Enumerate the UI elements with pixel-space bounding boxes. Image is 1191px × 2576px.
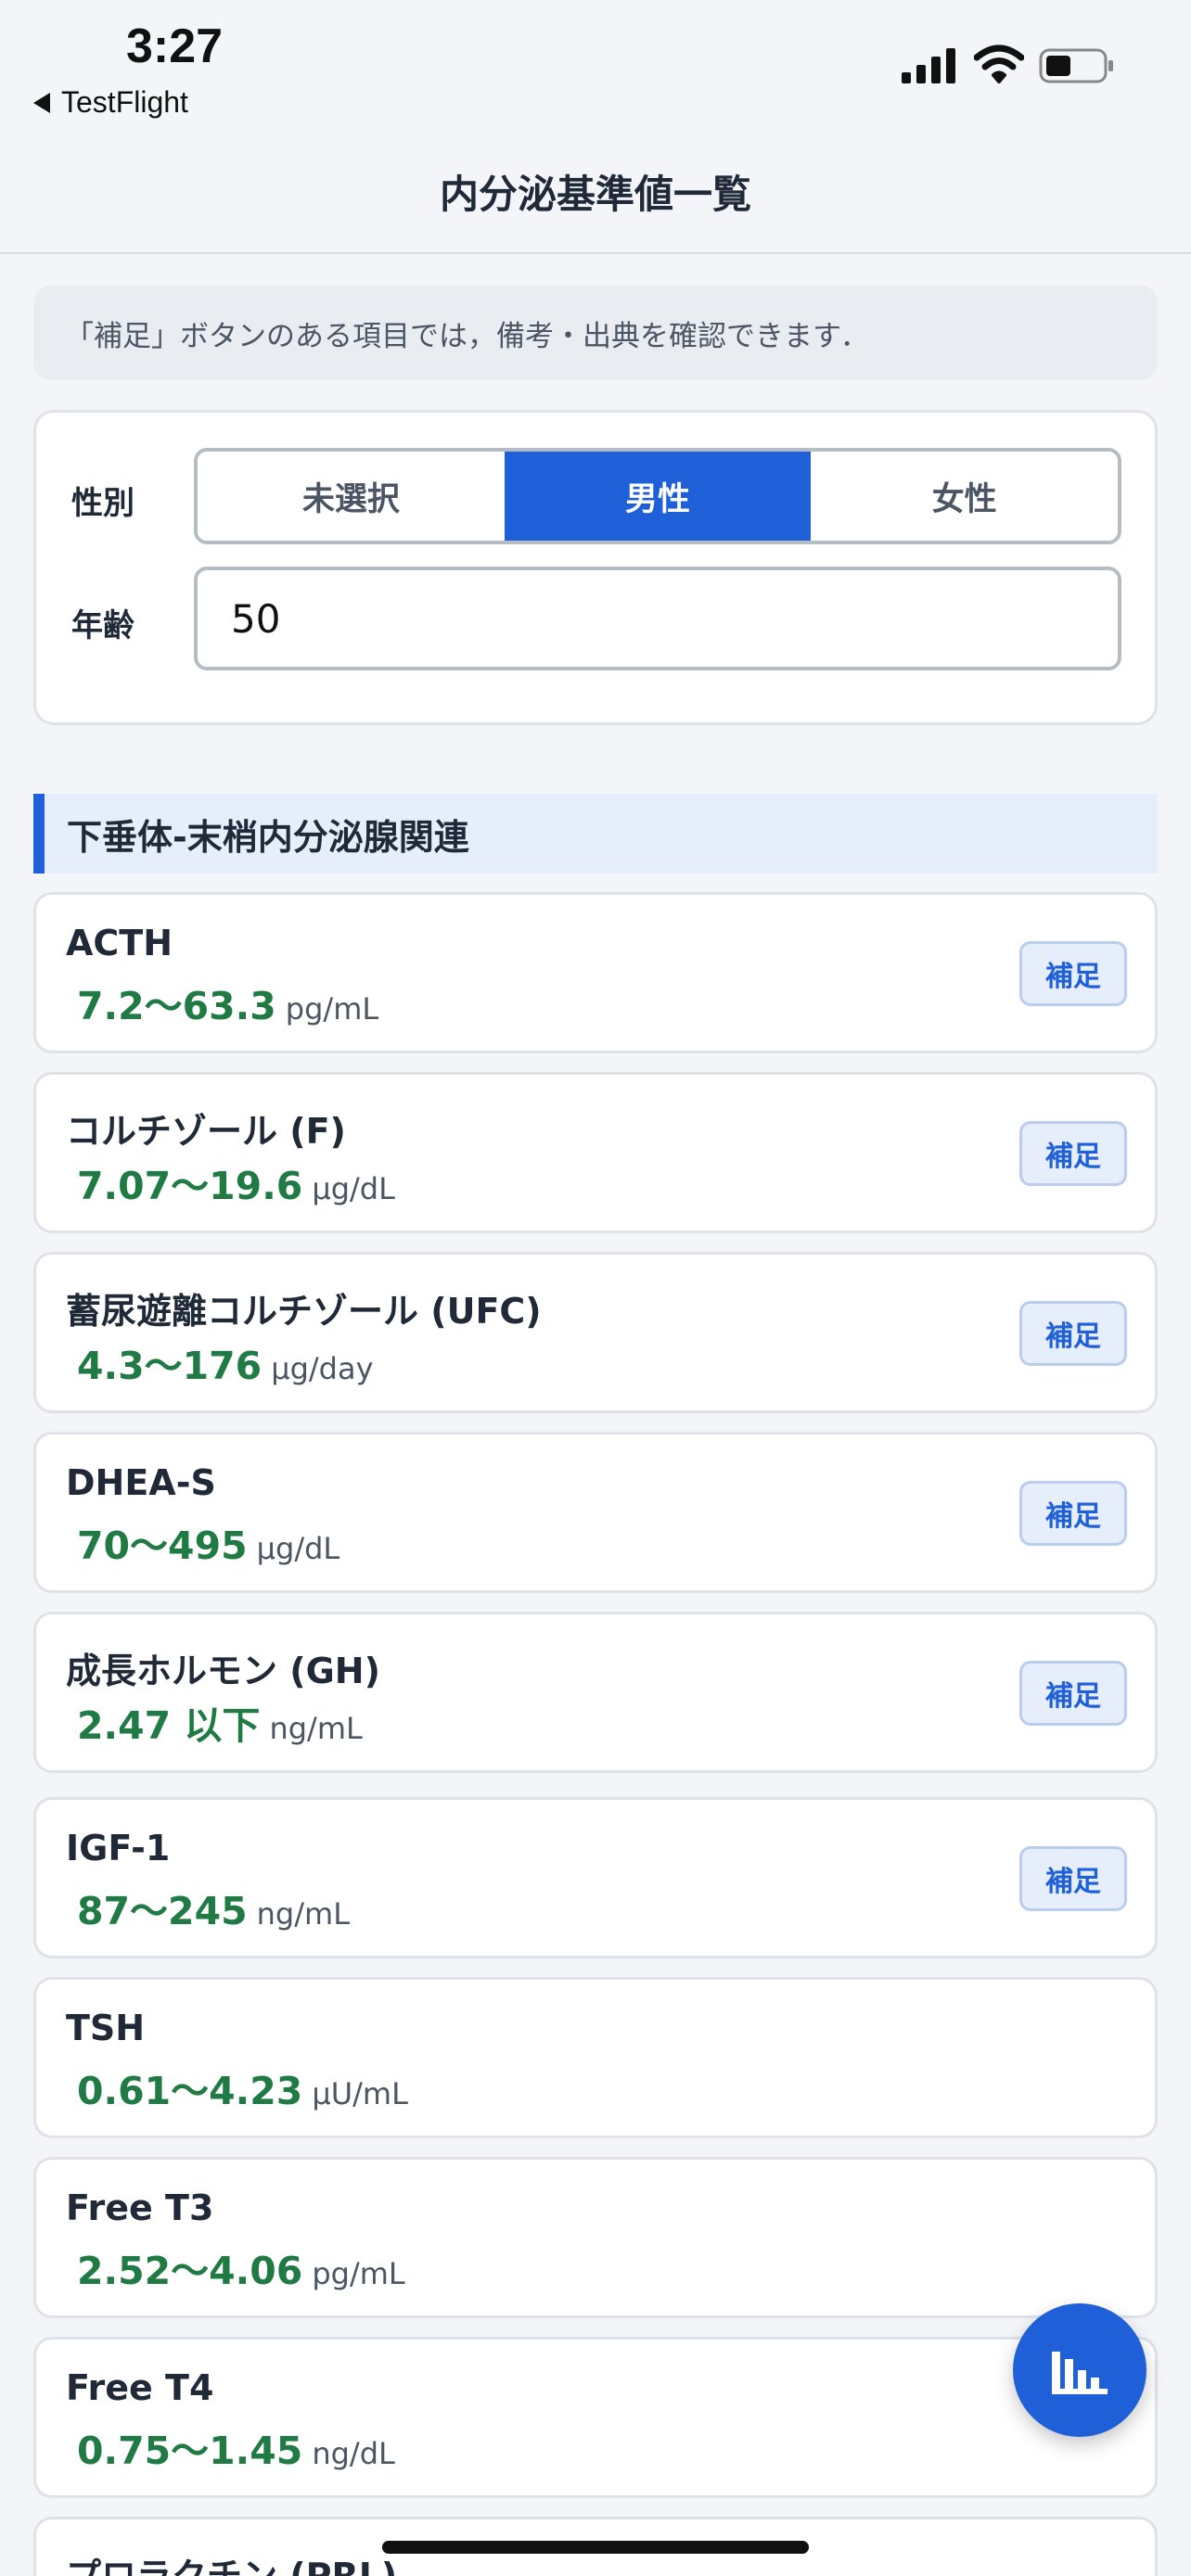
status-time: 3:27: [126, 19, 224, 73]
item-range: 7.2〜63.3 pg/mL: [77, 975, 378, 1030]
item-range: 7.07〜19.6 µg/dL: [77, 1154, 395, 1210]
age-label: 年齢: [71, 607, 134, 644]
note-button[interactable]: 補足: [1019, 941, 1127, 1006]
item-name: 蓄尿遊離コルチゾール (UFC): [66, 1291, 542, 1332]
note-button[interactable]: 補足: [1019, 1301, 1127, 1366]
info-note: 「補足」ボタンのある項目では，備考・出典を確認できます．: [33, 286, 1158, 380]
list-item-gh: 成長ホルモン (GH) 2.47 以下 ng/mL 補足: [33, 1612, 1158, 1773]
range-unit: pg/mL: [285, 991, 379, 1027]
bar-chart-icon: [1052, 2352, 1108, 2394]
item-range: 87〜245 ng/mL: [77, 1880, 350, 1935]
list-item-ufc: 蓄尿遊離コルチゾール (UFC) 4.3〜176 µg/day 補足: [33, 1252, 1158, 1413]
range-value: 2.52〜4.06: [77, 2249, 303, 2293]
list-item-igf-1: IGF-1 87〜245 ng/mL 補足: [33, 1797, 1158, 1958]
range-unit: µU/mL: [312, 2076, 408, 2111]
range-value: 70〜495: [77, 1524, 248, 1568]
range-unit: µg/dL: [312, 1171, 395, 1206]
battery-icon: [1039, 48, 1113, 83]
item-name: プロラクチン (PRL): [66, 2556, 398, 2576]
back-app-label: TestFlight: [61, 85, 188, 119]
navigation-bar: 内分泌基準値一覧: [0, 130, 1191, 254]
age-input[interactable]: [194, 567, 1121, 670]
range-unit: ng/mL: [256, 1896, 351, 1932]
item-range: 2.52〜4.06 pg/mL: [77, 2239, 405, 2295]
sex-option-male[interactable]: 男性: [504, 452, 812, 541]
sex-option-unselected[interactable]: 未選択: [198, 452, 505, 541]
back-to-testflight[interactable]: TestFlight: [33, 85, 188, 120]
list-item-cortisol: コルチゾール (F) 7.07〜19.6 µg/dL 補足: [33, 1072, 1158, 1233]
item-name: IGF-1: [66, 1828, 171, 1868]
range-unit: pg/mL: [312, 2256, 405, 2291]
list-item-acth: ACTH 7.2〜63.3 pg/mL 補足: [33, 892, 1158, 1053]
home-indicator: [382, 2541, 809, 2554]
section-header: 下垂体-末梢内分泌腺関連: [33, 794, 1158, 874]
note-button[interactable]: 補足: [1019, 1846, 1127, 1911]
item-range: 0.75〜1.45 ng/dL: [77, 2419, 395, 2475]
range-value: 7.07〜19.6: [77, 1164, 303, 1208]
status-bar: 3:27 TestFlight: [0, 0, 1191, 130]
item-name: コルチゾール (F): [66, 1111, 346, 1152]
item-name: Free T3: [66, 2187, 214, 2228]
item-name: TSH: [66, 2008, 146, 2048]
item-name: Free T4: [66, 2367, 214, 2408]
list-item-tsh: TSH 0.61〜4.23 µU/mL: [33, 1977, 1158, 2138]
list-item-dhea-s: DHEA-S 70〜495 µg/dL 補足: [33, 1432, 1158, 1593]
list-item-free-t3: Free T3 2.52〜4.06 pg/mL: [33, 2157, 1158, 2318]
note-button[interactable]: 補足: [1019, 1121, 1127, 1186]
range-unit: µg/dL: [256, 1531, 340, 1566]
range-value: 4.3〜176: [77, 1344, 263, 1388]
item-name: DHEA-S: [66, 1462, 216, 1503]
range-unit: ng/mL: [269, 1711, 363, 1746]
item-range: 70〜495 µg/dL: [77, 1514, 339, 1570]
chart-fab-button[interactable]: [1013, 2303, 1146, 2437]
range-value: 2.47 以下: [77, 1703, 261, 1748]
item-range: 0.61〜4.23 µU/mL: [77, 2060, 408, 2115]
item-range: 4.3〜176 µg/day: [77, 1334, 374, 1390]
wifi-icon: [974, 45, 1024, 83]
sex-option-female[interactable]: 女性: [811, 452, 1118, 541]
item-name: 成長ホルモン (GH): [66, 1651, 380, 1691]
range-unit: µg/day: [271, 1351, 374, 1386]
filter-card: 性別 未選択 男性 女性 年齢: [33, 410, 1158, 725]
item-name: ACTH: [66, 923, 173, 963]
range-value: 0.75〜1.45: [77, 2429, 303, 2473]
note-button[interactable]: 補足: [1019, 1481, 1127, 1546]
range-value: 0.61〜4.23: [77, 2069, 303, 2113]
range-value: 7.2〜63.3: [77, 984, 276, 1028]
page-title: 内分泌基準値一覧: [439, 172, 751, 217]
signal-icon: [902, 48, 955, 83]
list-item-free-t4: Free T4 0.75〜1.45 ng/dL: [33, 2337, 1158, 2498]
sex-label: 性別: [71, 485, 134, 522]
item-range: 2.47 以下 ng/mL: [77, 1694, 363, 1750]
note-button[interactable]: 補足: [1019, 1661, 1127, 1726]
back-arrow-icon: [33, 92, 50, 113]
sex-segmented-control: 未選択 男性 女性: [194, 448, 1121, 544]
range-unit: ng/dL: [312, 2436, 395, 2471]
range-value: 87〜245: [77, 1889, 248, 1933]
